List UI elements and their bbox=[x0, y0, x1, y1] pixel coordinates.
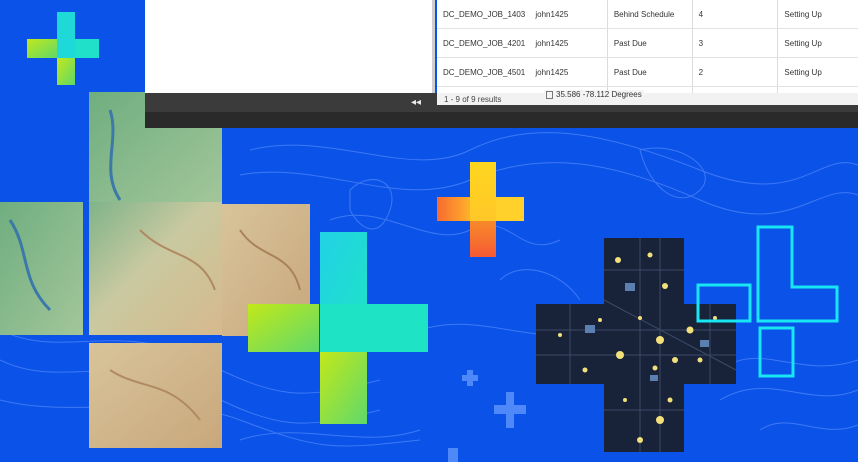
coordinate-readout: 35.586 -78.112 Degrees bbox=[544, 90, 644, 99]
app-status-strip bbox=[145, 112, 858, 128]
coordinate-text: 35.586 -78.112 Degrees bbox=[556, 90, 642, 99]
checkbox-icon[interactable] bbox=[546, 90, 553, 99]
panel-divider bbox=[432, 0, 435, 93]
terrain-map-tiles bbox=[0, 92, 310, 448]
owner-cell: john1425 bbox=[529, 28, 608, 58]
job-name-cell: DC_DEMO_JOB_4201 bbox=[437, 28, 530, 58]
double-chevron-left-icon[interactable]: ◂◂ bbox=[411, 97, 421, 108]
job-name-cell: DC_DEMO_JOB_1403 bbox=[437, 0, 530, 29]
owner-cell: john1425 bbox=[529, 57, 608, 87]
stage-cell: Setting Up bbox=[777, 0, 858, 29]
small-plus-marks bbox=[448, 370, 526, 462]
stage-cell: Setting Up bbox=[777, 28, 858, 58]
table-row[interactable]: DC_DEMO_JOB_4501 john1425 Past Due 2 Setting… bbox=[437, 57, 858, 87]
job-table: DC_DEMO_JOB_1403 john1425 Behind Schedule 4… bbox=[437, 0, 858, 100]
priority-cell: 4 bbox=[692, 0, 779, 29]
brand-plus-icon-orange bbox=[437, 162, 524, 257]
city-map-tiles bbox=[536, 238, 737, 452]
results-count: 1 - 9 of 9 results bbox=[444, 95, 502, 104]
table-row[interactable]: DC_DEMO_JOB_1403 john1425 Behind Schedule 4… bbox=[437, 0, 858, 29]
job-name-cell: DC_DEMO_JOB_4501 bbox=[437, 57, 530, 87]
status-cell: Past Due bbox=[607, 57, 693, 87]
brand-plus-icon-topleft bbox=[27, 12, 99, 85]
status-cell: Past Due bbox=[607, 28, 693, 58]
priority-cell: 3 bbox=[692, 28, 779, 58]
stage-cell: Setting Up bbox=[777, 57, 858, 87]
status-cell: Behind Schedule bbox=[607, 0, 693, 29]
table-row[interactable]: DC_DEMO_JOB_4201 john1425 Past Due 3 Setting… bbox=[437, 28, 858, 58]
owner-cell: john1425 bbox=[529, 0, 608, 29]
priority-cell: 2 bbox=[692, 57, 779, 87]
app-left-panel bbox=[145, 0, 433, 93]
job-table-panel: DC_DEMO_JOB_1403 john1425 Behind Schedule 4… bbox=[437, 0, 858, 100]
